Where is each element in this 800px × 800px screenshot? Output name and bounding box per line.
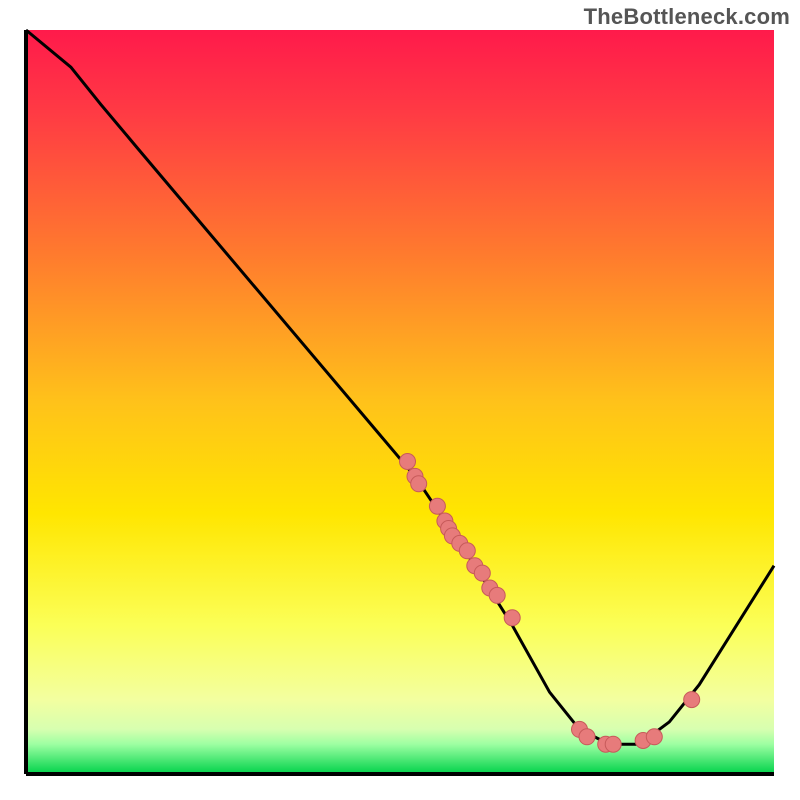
- data-point-marker: [474, 565, 490, 581]
- data-point-marker: [411, 476, 427, 492]
- chart-svg: [0, 0, 800, 800]
- data-point-marker: [504, 610, 520, 626]
- data-point-marker: [400, 454, 416, 470]
- data-point-marker: [489, 587, 505, 603]
- data-point-marker: [605, 736, 621, 752]
- data-point-marker: [459, 543, 475, 559]
- plot-area: [26, 30, 774, 774]
- data-point-marker: [646, 729, 662, 745]
- gradient-background: [26, 30, 774, 774]
- data-point-marker: [579, 729, 595, 745]
- data-point-marker: [429, 498, 445, 514]
- data-point-marker: [684, 692, 700, 708]
- chart-container: TheBottleneck.com: [0, 0, 800, 800]
- watermark-text: TheBottleneck.com: [584, 4, 790, 30]
